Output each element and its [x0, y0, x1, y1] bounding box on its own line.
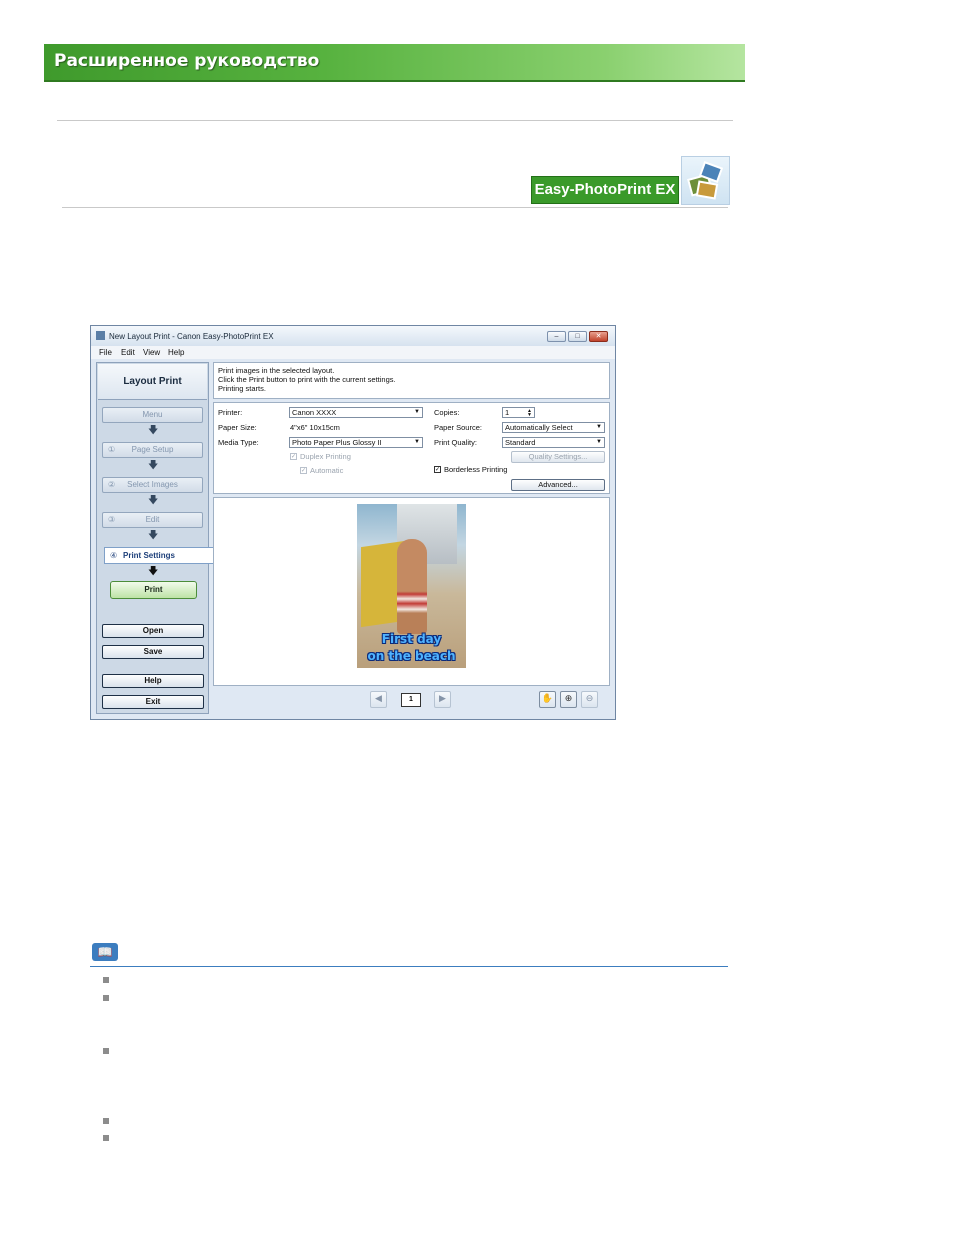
print-quality-value: Standard — [505, 438, 536, 447]
paper-source-value: Automatically Select — [505, 423, 573, 432]
arrow-down-icon: 🡇 — [148, 566, 159, 577]
chevron-down-icon: ▼ — [596, 424, 602, 430]
zoom-out-icon[interactable]: ⊖ — [581, 691, 598, 708]
help-button[interactable]: Help — [102, 674, 204, 688]
paper-source-select[interactable]: Automatically Select ▼ — [502, 422, 605, 433]
step-select-images[interactable]: ② Select Images — [102, 477, 203, 493]
menu-bar: File Edit View Help — [91, 346, 615, 359]
borderless-checkbox[interactable]: ✓ — [434, 466, 441, 473]
step-number: ④ — [110, 551, 118, 560]
save-button[interactable]: Save — [102, 645, 204, 659]
window-title: New Layout Print - Canon Easy-PhotoPrint… — [109, 332, 274, 341]
bullet-icon — [103, 1135, 109, 1141]
quality-settings-button[interactable]: Quality Settings... — [511, 451, 605, 463]
print-button[interactable]: Print — [110, 581, 197, 599]
close-button[interactable]: ✕ — [589, 331, 608, 342]
automatic-label: Automatic — [310, 466, 344, 475]
zoom-in-icon[interactable]: ⊕ — [560, 691, 577, 708]
instruction-line: Print images in the selected layout. — [218, 366, 335, 375]
main-panel: Print images in the selected layout. Cli… — [213, 362, 611, 714]
duplex-label: Duplex Printing — [300, 452, 351, 461]
window-titlebar: New Layout Print - Canon Easy-PhotoPrint… — [91, 326, 615, 346]
menu-file[interactable]: File — [99, 348, 112, 357]
instruction-line: Printing starts. — [218, 384, 266, 393]
photo-child — [397, 539, 427, 634]
paper-size-label: Paper Size: — [218, 423, 257, 432]
page-number: 1 — [401, 693, 421, 707]
maximize-button[interactable]: □ — [568, 331, 587, 342]
menu-button-label: Menu — [142, 410, 163, 419]
menu-help[interactable]: Help — [168, 348, 184, 357]
copies-spinner[interactable]: 1 ▲ ▼ — [502, 407, 535, 418]
step-label: Page Setup — [131, 445, 174, 454]
printer-value: Canon XXXX — [292, 408, 337, 417]
note-icon: 📖 — [92, 943, 118, 961]
banner-title: Расширенное руководство — [54, 51, 320, 71]
bullet-icon — [103, 995, 109, 1001]
instruction-line: Click the Print button to print with the… — [218, 375, 396, 384]
step-label: Edit — [145, 515, 160, 524]
arrow-down-icon: 🡇 — [148, 460, 159, 471]
print-quality-select[interactable]: Standard ▼ — [502, 437, 605, 448]
borderless-label: Borderless Printing — [444, 465, 508, 474]
media-type-label: Media Type: — [218, 438, 259, 447]
menu-edit[interactable]: Edit — [121, 348, 135, 357]
note-divider — [90, 966, 728, 967]
print-settings-panel: Printer: Canon XXXX ▼ Paper Size: 4"x6" 1… — [213, 402, 610, 494]
minimize-button[interactable]: – — [547, 331, 566, 342]
divider — [57, 120, 733, 121]
step-edit[interactable]: ③ Edit — [102, 512, 203, 528]
advanced-button[interactable]: Advanced... — [511, 479, 605, 491]
step-print-settings[interactable]: ④ Print Settings — [104, 547, 214, 564]
product-logo-icon — [681, 156, 730, 205]
bullet-icon — [103, 1118, 109, 1124]
layout-preview: First day on the beach — [213, 497, 610, 686]
app-icon — [96, 331, 105, 340]
open-button[interactable]: Open — [102, 624, 204, 638]
header-banner: Расширенное руководство — [44, 44, 745, 82]
chevron-down-icon: ▼ — [596, 439, 602, 445]
sidebar: Layout Print Menu 🡇 ① Page Setup 🡇 ② Sel… — [96, 362, 214, 714]
paper-source-label: Paper Source: — [434, 423, 482, 432]
arrow-down-icon: 🡇 — [148, 425, 159, 436]
photo-caption-line-2: on the beach — [367, 649, 456, 663]
arrow-down-icon: 🡇 — [148, 495, 159, 506]
media-type-select[interactable]: Photo Paper Plus Glossy II ▼ — [289, 437, 423, 448]
media-type-value: Photo Paper Plus Glossy II — [292, 438, 382, 447]
bullet-icon — [103, 977, 109, 983]
divider — [62, 207, 728, 208]
preview-photo[interactable]: First day on the beach — [357, 504, 466, 668]
step-label: Print Settings — [123, 551, 176, 560]
menu-button[interactable]: Menu — [102, 407, 203, 423]
next-page-icon[interactable]: ▶ — [434, 691, 451, 708]
instructions-box: Print images in the selected layout. Cli… — [213, 362, 610, 399]
print-quality-label: Print Quality: — [434, 438, 477, 447]
preview-toolbar: ◀ 1 ▶ ✋ ⊕ ⊖ — [213, 688, 610, 712]
printer-select[interactable]: Canon XXXX ▼ — [289, 407, 423, 418]
sidebar-title: Layout Print — [98, 364, 207, 400]
spinner-arrows-icon: ▲ ▼ — [527, 408, 532, 418]
product-logo-label: Easy-PhotoPrint EX — [531, 176, 679, 204]
paper-size-value: 4"x6" 10x15cm — [290, 423, 340, 432]
exit-button[interactable]: Exit — [102, 695, 204, 709]
chevron-down-icon: ▼ — [414, 409, 420, 415]
menu-view[interactable]: View — [143, 348, 160, 357]
bullet-icon — [103, 1048, 109, 1054]
chevron-down-icon: ▼ — [414, 439, 420, 445]
step-page-setup[interactable]: ① Page Setup — [102, 442, 203, 458]
arrow-down-icon: 🡇 — [148, 530, 159, 541]
automatic-checkbox[interactable]: ✓ — [300, 467, 307, 474]
hand-tool-icon[interactable]: ✋ — [539, 691, 556, 708]
copies-value: 1 — [505, 408, 510, 417]
printer-label: Printer: — [218, 408, 243, 417]
app-window: New Layout Print - Canon Easy-PhotoPrint… — [90, 325, 616, 720]
photo-caption-line-1: First day — [381, 632, 442, 646]
duplex-checkbox[interactable]: ✓ — [290, 453, 297, 460]
step-label: Select Images — [127, 480, 178, 489]
copies-label: Copies: — [434, 408, 460, 417]
previous-page-icon[interactable]: ◀ — [370, 691, 387, 708]
